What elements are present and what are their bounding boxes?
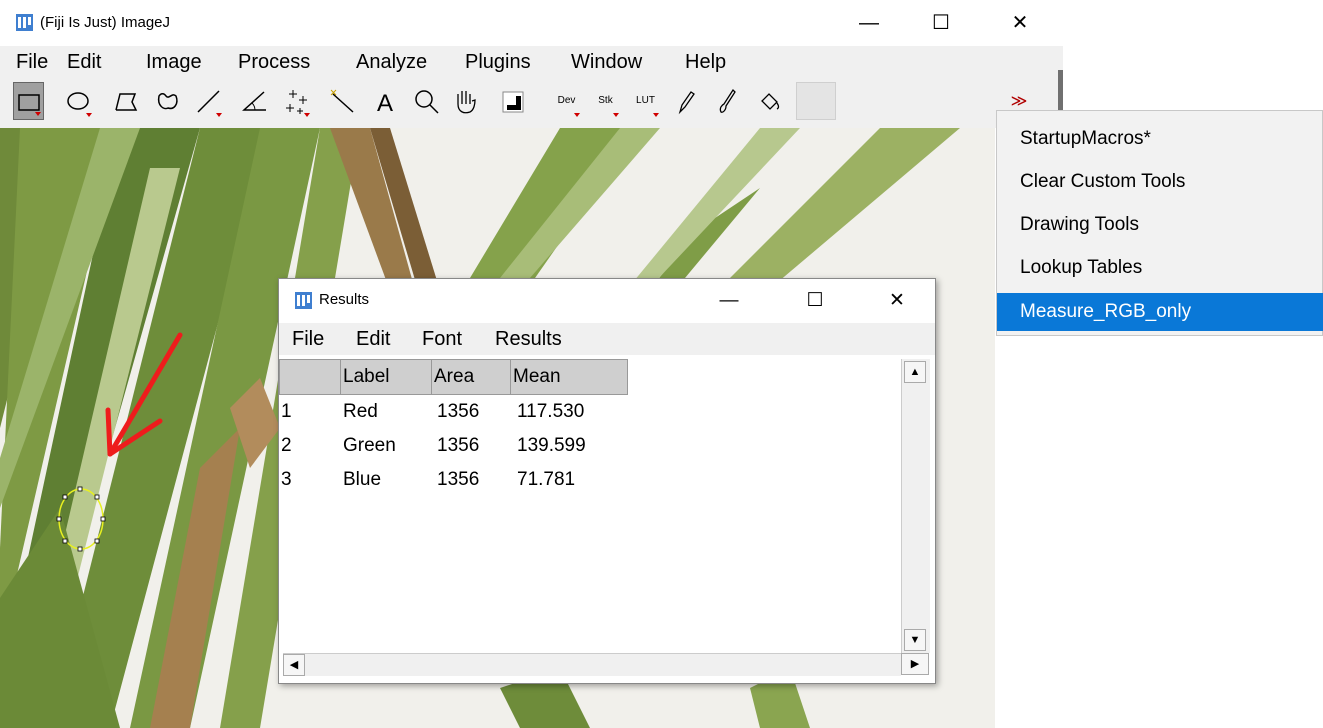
column-header-mean[interactable]: Mean — [510, 359, 628, 395]
dev-menu-tool[interactable]: Dev — [551, 82, 582, 120]
multipoint-tool[interactable] — [281, 82, 312, 120]
menu-analyze[interactable]: Analyze — [356, 51, 427, 74]
polygon-tool[interactable] — [110, 82, 141, 120]
text-tool-icon: A — [377, 90, 393, 117]
row-mean: 71.781 — [517, 469, 576, 490]
text-tool[interactable]: A — [370, 82, 401, 120]
wand-tool[interactable] — [327, 82, 358, 120]
results-menu-results[interactable]: Results — [495, 328, 562, 351]
row-label: Blue — [343, 469, 382, 490]
svg-text:≫: ≫ — [1011, 93, 1028, 110]
freehand-tool[interactable] — [152, 82, 183, 120]
menu-item-clear-custom-tools[interactable]: Clear Custom Tools — [997, 163, 1323, 201]
results-menu-file[interactable]: File — [292, 328, 324, 351]
menu-image[interactable]: Image — [146, 51, 202, 74]
scroll-up-button[interactable]: ▲ — [904, 361, 926, 383]
main-titlebar[interactable]: (Fiji Is Just) ImageJ — ☐ ✕ — [0, 0, 1063, 46]
column-header-index[interactable] — [279, 359, 341, 395]
results-maximize-button[interactable]: ☐ — [797, 286, 833, 316]
scroll-right-button[interactable]: ▶ — [901, 653, 929, 675]
angle-tool[interactable] — [238, 82, 269, 120]
imagej-app-icon — [295, 292, 312, 309]
results-window-title: Results — [319, 291, 370, 308]
menu-edit[interactable]: Edit — [67, 51, 101, 74]
column-header-area[interactable]: Area — [431, 359, 511, 395]
row-label: Green — [343, 435, 396, 456]
brush-tool[interactable] — [711, 82, 742, 120]
row-mean: 139.599 — [517, 435, 586, 456]
flood-fill-icon — [761, 93, 780, 110]
close-button[interactable]: ✕ — [1000, 8, 1040, 38]
menu-file[interactable]: File — [16, 51, 48, 74]
menu-help[interactable]: Help — [685, 51, 726, 74]
imagej-app-icon — [16, 14, 33, 31]
magnifier-tool[interactable] — [411, 82, 442, 120]
row-index: 3 — [281, 469, 292, 490]
menu-plugins[interactable]: Plugins — [465, 51, 531, 74]
main-menubar: File Edit Image Process Analyze Plugins … — [0, 46, 1063, 78]
lut-label: LUT — [636, 95, 655, 106]
row-index: 1 — [281, 401, 292, 422]
flood-fill-tool[interactable] — [753, 82, 784, 120]
maximize-button[interactable]: ☐ — [921, 8, 961, 38]
more-tools-dropdown: StartupMacros* Clear Custom Tools Drawin… — [996, 110, 1323, 336]
rectangle-tool[interactable] — [13, 82, 44, 120]
row-index: 2 — [281, 435, 292, 456]
minimize-button[interactable]: — — [849, 8, 889, 38]
svg-text:A: A — [377, 90, 393, 117]
magnifier-icon — [415, 90, 439, 114]
menu-item-lookup-tables[interactable]: Lookup Tables — [997, 249, 1323, 287]
results-window: Results — ☐ ✕ File Edit Font Results Lab… — [278, 278, 936, 684]
results-menu-font[interactable]: Font — [422, 328, 462, 351]
line-tool[interactable] — [193, 82, 224, 120]
results-minimize-button[interactable]: — — [711, 286, 747, 316]
menu-item-startup-macros[interactable]: StartupMacros* — [997, 120, 1323, 158]
lut-menu-tool[interactable]: LUT — [630, 82, 661, 120]
menu-process[interactable]: Process — [238, 51, 310, 74]
results-close-button[interactable]: ✕ — [879, 286, 915, 316]
main-toolbar: A Dev Stk LUT ≫ — [0, 80, 1063, 126]
freehand-tool-icon — [157, 93, 178, 110]
scroll-down-button[interactable]: ▼ — [904, 629, 926, 651]
polygon-tool-icon — [115, 93, 138, 111]
hand-tool-icon — [457, 91, 476, 114]
menu-item-measure-rgb-only[interactable]: Measure_RGB_only — [997, 293, 1323, 331]
results-table[interactable]: Label Area Mean 1 Red 1356 117.530 2 Gre… — [279, 359, 899, 653]
dev-label: Dev — [557, 95, 576, 106]
main-window-title: (Fiji Is Just) ImageJ — [40, 14, 171, 31]
row-area: 1356 — [437, 435, 480, 456]
pencil-icon — [678, 91, 695, 115]
hand-tool[interactable] — [450, 82, 481, 120]
row-area: 1356 — [437, 469, 480, 490]
column-header-label[interactable]: Label — [340, 359, 432, 395]
wand-tool-icon — [330, 89, 354, 113]
pencil-tool[interactable] — [670, 82, 701, 120]
imagej-main-window: (Fiji Is Just) ImageJ — ☐ ✕ File Edit Im… — [0, 0, 1063, 128]
angle-tool-icon — [242, 91, 266, 111]
results-menubar: File Edit Font Results — [279, 323, 935, 355]
color-picker-icon — [502, 91, 524, 113]
empty-tool-slot[interactable] — [796, 82, 836, 120]
menu-item-drawing-tools[interactable]: Drawing Tools — [997, 206, 1323, 244]
brush-icon — [719, 88, 736, 113]
vertical-scrollbar[interactable]: ▲ ▼ — [901, 359, 930, 653]
oval-tool[interactable] — [63, 82, 94, 120]
results-titlebar[interactable]: Results — ☐ ✕ — [279, 279, 935, 323]
results-menu-edit[interactable]: Edit — [356, 328, 390, 351]
menu-window[interactable]: Window — [571, 51, 642, 74]
row-mean: 117.530 — [517, 401, 585, 422]
stk-label: Stk — [598, 95, 613, 106]
row-area: 1356 — [437, 401, 480, 422]
color-picker-tool[interactable] — [497, 82, 528, 120]
horizontal-scrollbar[interactable]: ◀ — [283, 653, 901, 676]
row-label: Red — [343, 401, 378, 422]
scroll-left-button[interactable]: ◀ — [283, 654, 305, 676]
stk-menu-tool[interactable]: Stk — [590, 82, 621, 120]
